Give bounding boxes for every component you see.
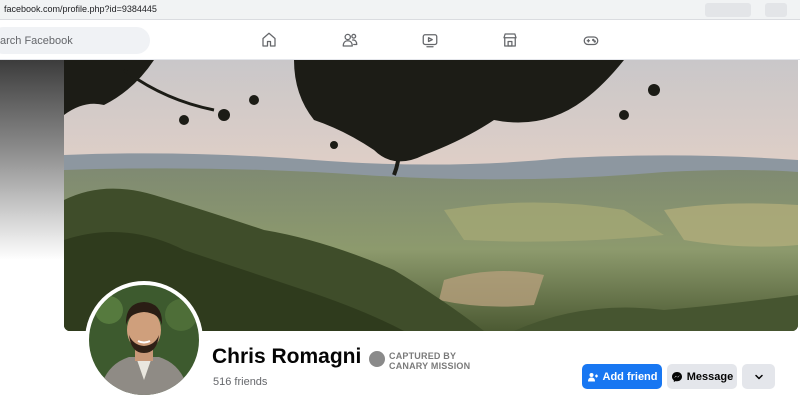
- friends-icon[interactable]: [339, 30, 361, 50]
- search-box[interactable]: [0, 27, 150, 54]
- browser-toolbar-button[interactable]: [765, 3, 787, 17]
- message-label: Message: [686, 370, 734, 383]
- url-text[interactable]: facebook.com/profile.php?id=9384445: [4, 4, 157, 14]
- top-navigation-bar: [0, 20, 800, 60]
- side-shadow-panel: [0, 60, 64, 260]
- friends-count[interactable]: 516 friends: [213, 376, 267, 388]
- browser-toolbar-button[interactable]: [705, 3, 751, 17]
- home-icon[interactable]: [258, 30, 280, 50]
- message-button[interactable]: Message: [667, 364, 737, 389]
- search-input[interactable]: [0, 27, 150, 54]
- browser-url-bar[interactable]: facebook.com/profile.php?id=9384445: [0, 0, 800, 20]
- stamp-text-line2: CANARY MISSION: [389, 361, 471, 371]
- messenger-icon: [671, 371, 682, 382]
- more-options-button[interactable]: [742, 364, 775, 389]
- stamp-logo-icon: [369, 351, 385, 367]
- avatar[interactable]: [89, 285, 199, 395]
- add-friend-button[interactable]: Add friend: [582, 364, 662, 389]
- add-friend-label: Add friend: [602, 370, 658, 383]
- profile-name: Chris Romagni: [212, 345, 362, 368]
- gaming-icon[interactable]: [580, 30, 602, 50]
- marketplace-icon[interactable]: [499, 30, 521, 50]
- add-friend-icon: [587, 372, 598, 381]
- chevron-down-icon: [754, 374, 763, 379]
- stamp-text-line1: CAPTURED BY: [389, 351, 457, 361]
- watch-icon[interactable]: [419, 30, 441, 50]
